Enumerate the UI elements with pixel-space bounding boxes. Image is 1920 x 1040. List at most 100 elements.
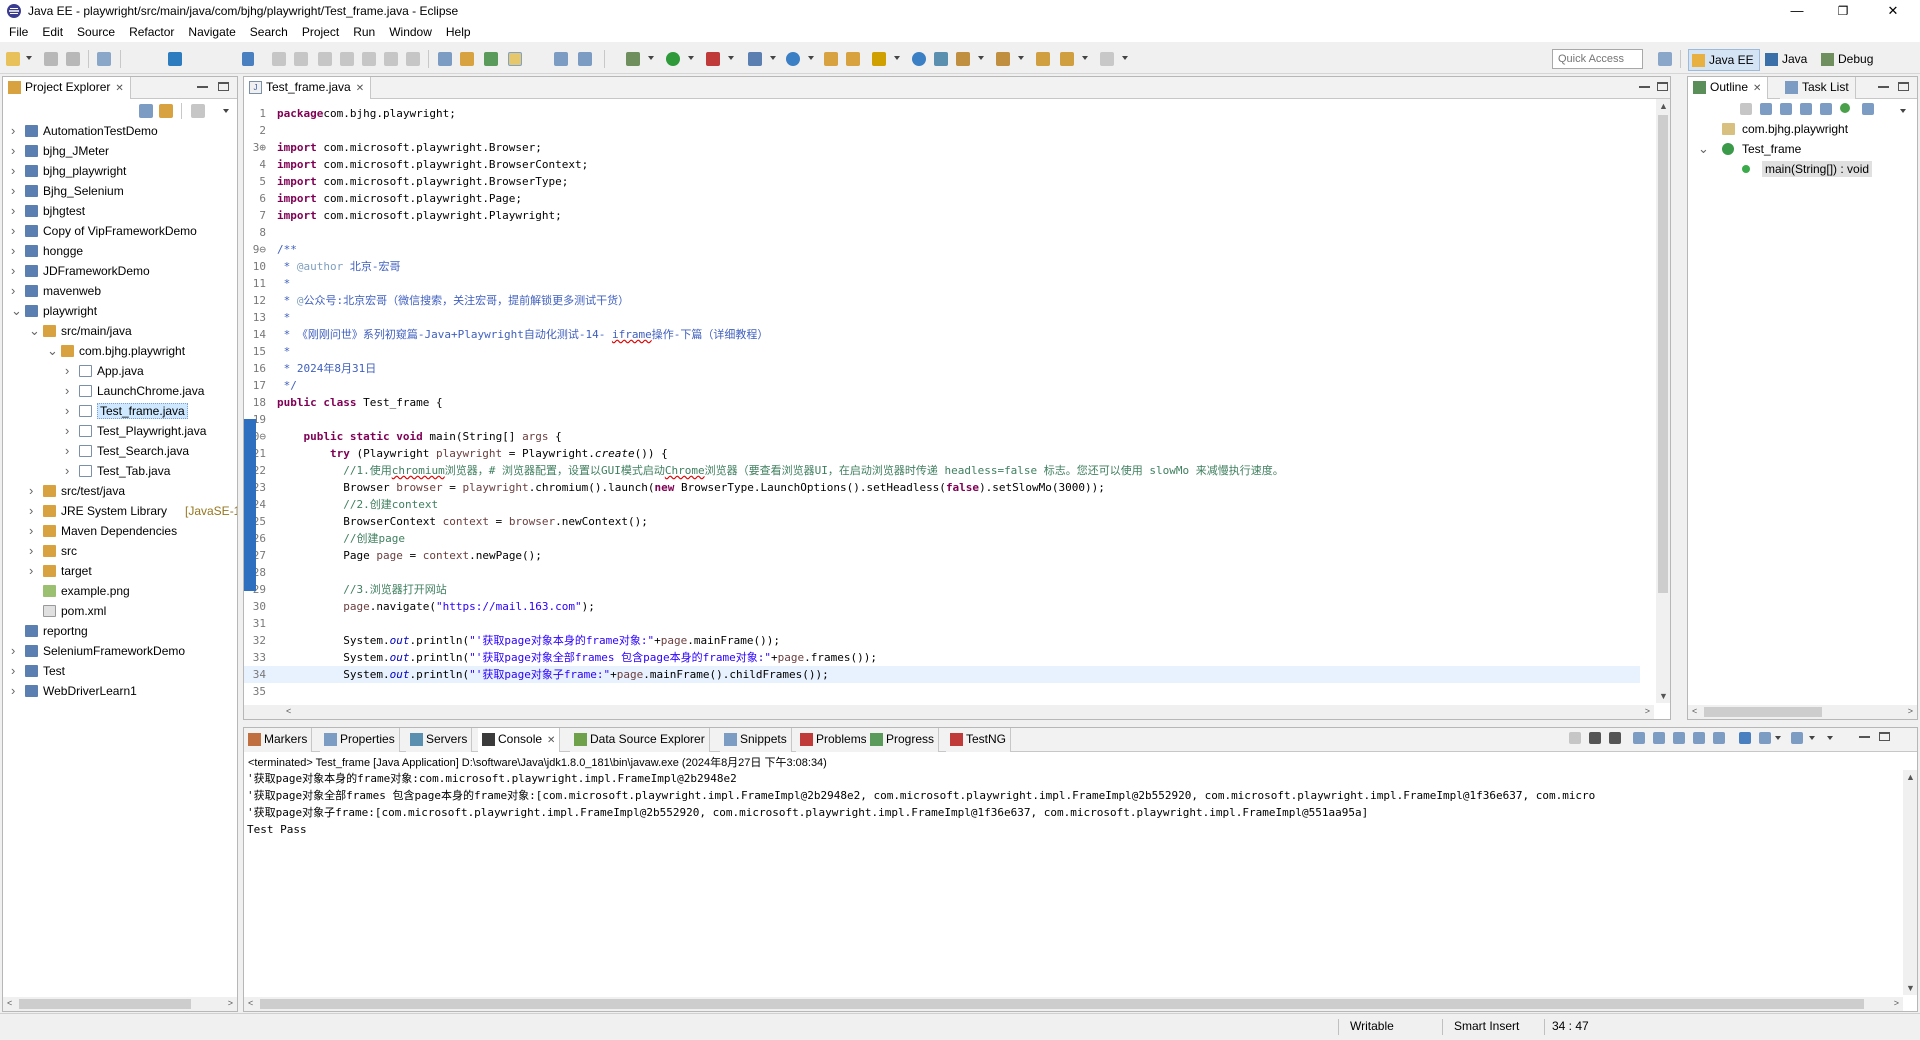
hide-static-icon[interactable]	[1800, 103, 1812, 115]
menu-navigate[interactable]: Navigate	[181, 22, 242, 42]
code-line[interactable]: 4 import com.microsoft.playwright.Browser…	[244, 156, 1640, 173]
outline-item[interactable]: ⌄ Test_frame	[1688, 141, 1914, 157]
collapse-all-icon[interactable]	[1740, 103, 1752, 115]
new-class-icon[interactable]	[786, 52, 800, 66]
save-all-icon[interactable]	[66, 52, 80, 66]
code-line[interactable]: 12 * @公众号:北京宏哥（微信搜索，关注宏哥，提前解锁更多测试干货）	[244, 292, 1640, 309]
code-line[interactable]: 26 //创建page	[244, 530, 1640, 547]
link-with-editor-icon[interactable]	[159, 104, 173, 118]
menu-file[interactable]: File	[2, 22, 35, 42]
chevron-right-icon[interactable]: ›	[11, 263, 21, 279]
chevron-right-icon[interactable]: ›	[29, 563, 39, 579]
external-tools-icon[interactable]	[706, 52, 720, 66]
chevron-right-icon[interactable]: ›	[11, 643, 21, 659]
horizontal-scrollbar[interactable]: < >	[3, 997, 237, 1011]
tree-item[interactable]: › App.java	[3, 363, 235, 379]
code-line[interactable]: 18 public class Test_frame {	[244, 394, 1640, 411]
tree-item[interactable]: › LaunchChrome.java	[3, 383, 235, 399]
menu-project[interactable]: Project	[295, 22, 346, 42]
remove-all-terminated-icon[interactable]	[1609, 732, 1621, 744]
tree-item[interactable]: › Maven Dependencies	[3, 523, 235, 539]
tab-properties[interactable]: Properties	[320, 728, 400, 752]
tab-servers[interactable]: Servers	[406, 728, 473, 752]
code-line[interactable]: 2	[244, 122, 1640, 139]
tree-item[interactable]: › Test_Search.java	[3, 443, 235, 459]
sort-icon[interactable]	[1760, 103, 1772, 115]
tab-data-source-explorer[interactable]: Data Source Explorer	[570, 728, 710, 752]
search-references-icon[interactable]	[484, 52, 498, 66]
minimize-button[interactable]: —	[1774, 0, 1820, 22]
print-icon[interactable]	[97, 52, 111, 66]
run-icon[interactable]	[666, 52, 680, 66]
chevron-down-icon[interactable]: ⌄	[47, 343, 58, 359]
code-line[interactable]: 8	[244, 224, 1640, 241]
tree-item[interactable]: › Test_Tab.java	[3, 463, 235, 479]
tree-item[interactable]: › WebDriverLearn1	[3, 683, 235, 699]
link-with-editor-icon[interactable]	[1862, 103, 1874, 115]
hide-local-types-icon[interactable]	[1840, 103, 1850, 113]
open-perspective-icon[interactable]	[1658, 52, 1672, 66]
menu-source[interactable]: Source	[70, 22, 122, 42]
chevron-right-icon[interactable]: ›	[11, 663, 21, 679]
tab-markers[interactable]: Markers	[244, 728, 313, 752]
hide-non-public-icon[interactable]	[1820, 103, 1832, 115]
code-line[interactable]: 35	[244, 683, 1640, 700]
remove-launch-icon[interactable]	[1589, 732, 1601, 744]
tree-item[interactable]: › src	[3, 543, 235, 559]
code-line[interactable]: 14 * 《刚刚问世》系列初窥篇-Java+Playwright自动化测试-14…	[244, 326, 1640, 343]
code-line[interactable]: 22 //1.使用chromium浏览器，# 浏览器配置，设置以GUI模式启动C…	[244, 462, 1640, 479]
console-output[interactable]: '获取page对象本身的frame对象:com.microsoft.playwr…	[244, 770, 1903, 995]
skip-breakpoints-icon[interactable]	[242, 52, 254, 66]
last-edit-icon[interactable]	[1036, 52, 1050, 66]
minimize-view-button[interactable]	[197, 82, 208, 88]
globe-icon[interactable]	[912, 52, 926, 66]
step-over-icon[interactable]	[384, 52, 398, 66]
quick-access-field[interactable]	[1552, 49, 1643, 69]
tree-item[interactable]: pom.xml	[3, 603, 235, 619]
toggle-mark-occurrences-icon[interactable]	[508, 52, 522, 66]
code-line[interactable]: 3⊕ import com.microsoft.playwright.Browse…	[244, 139, 1640, 156]
tree-item[interactable]: › bjhg_JMeter	[3, 143, 235, 159]
tree-item[interactable]: › bjhgtest	[3, 203, 235, 219]
tab-outline[interactable]: Outline ✕	[1688, 77, 1769, 99]
tree-item[interactable]: › AutomationTestDemo	[3, 123, 235, 139]
tab-problems[interactable]: Problems	[796, 728, 872, 752]
suspend-icon[interactable]	[294, 52, 308, 66]
chevron-right-icon[interactable]: ›	[29, 503, 39, 519]
word-wrap-icon[interactable]	[1673, 732, 1685, 744]
chevron-right-icon[interactable]: ›	[11, 223, 21, 239]
tab-progress[interactable]: Progress	[866, 728, 940, 752]
new-icon[interactable]	[6, 52, 20, 66]
code-line[interactable]: 25 BrowserContext context = browser.newC…	[244, 513, 1640, 530]
code-line[interactable]: 15 *	[244, 343, 1640, 360]
code-line[interactable]: 32 System.out.println("'获取page对象本身的frame…	[244, 632, 1640, 649]
code-line[interactable]: 20⊖ public static void main(String[] arg…	[244, 428, 1640, 445]
code-line[interactable]: 30 page.navigate("https://mail.163.com")…	[244, 598, 1640, 615]
launch-server-icon[interactable]	[934, 52, 948, 66]
collapse-all-icon[interactable]	[139, 104, 153, 118]
disconnect-icon[interactable]	[340, 52, 354, 66]
display-selected-console-icon[interactable]	[1759, 732, 1771, 744]
chevron-down-icon[interactable]: ⌄	[1698, 141, 1709, 157]
tree-item[interactable]: ⌄ playwright	[3, 303, 235, 319]
tree-item[interactable]: › Test_Playwright.java	[3, 423, 235, 439]
tree-item[interactable]: › Bjhg_Selenium	[3, 183, 235, 199]
tab-test-frame-java[interactable]: J Test_frame.java ✕	[244, 77, 372, 99]
code-line[interactable]: 10 * @author 北京-宏哥	[244, 258, 1640, 275]
tab-project-explorer[interactable]: Project Explorer ✕	[3, 77, 131, 99]
code-line[interactable]: 16 * 2024年8月31日	[244, 360, 1640, 377]
menu-edit[interactable]: Edit	[35, 22, 70, 42]
tab-snippets[interactable]: Snippets	[720, 728, 792, 752]
tree-item[interactable]: › src/test/java	[3, 483, 235, 499]
tree-item[interactable]: › Test_frame.java	[3, 403, 235, 419]
horizontal-scrollbar[interactable]: < >	[244, 997, 1903, 1011]
tree-item[interactable]: › Test	[3, 663, 235, 679]
perspective-debug[interactable]: Debug	[1818, 49, 1888, 71]
menu-refactor[interactable]: Refactor	[122, 22, 181, 42]
menu-search[interactable]: Search	[243, 22, 295, 42]
chevron-right-icon[interactable]: ›	[65, 403, 75, 419]
minimize-view-button[interactable]	[1878, 82, 1889, 88]
chevron-right-icon[interactable]: ›	[11, 243, 21, 259]
code-line[interactable]: 13 *	[244, 309, 1640, 326]
code-line[interactable]: 5 import com.microsoft.playwright.Browser…	[244, 173, 1640, 190]
